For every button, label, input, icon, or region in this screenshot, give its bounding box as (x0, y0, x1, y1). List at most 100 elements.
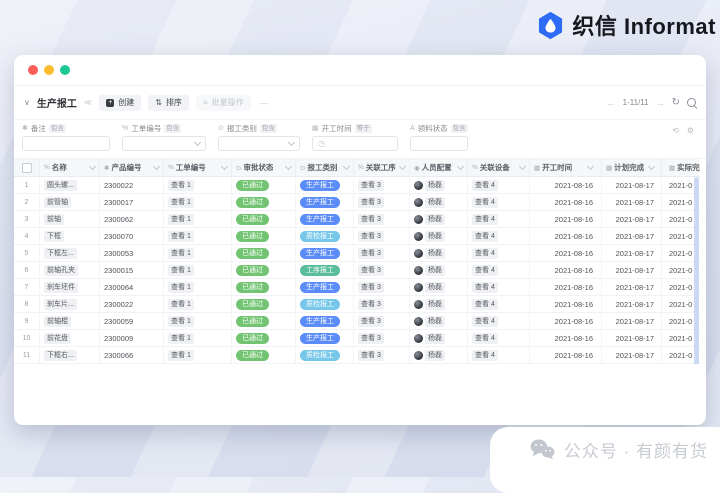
name-chip[interactable]: 刹车坯件 (44, 281, 78, 293)
filter-input[interactable] (122, 136, 206, 151)
person-name-chip[interactable]: 杨磊 (425, 213, 445, 225)
equipment-view-link[interactable]: 查看 4 (472, 179, 498, 191)
equipment-view-link[interactable]: 查看 4 (472, 247, 498, 259)
column-menu-chevron-icon[interactable] (220, 162, 229, 171)
filter-operator-tag[interactable]: 包含 (450, 123, 468, 133)
header-cell[interactable]: % 名称 (40, 159, 100, 176)
filter-settings-icon[interactable]: ⚙ (687, 126, 694, 135)
close-window-icon[interactable] (28, 65, 38, 75)
equipment-view-link[interactable]: 查看 4 (472, 230, 498, 242)
name-chip[interactable]: 前花盘 (44, 332, 71, 344)
equipment-view-link[interactable]: 查看 4 (472, 196, 498, 208)
work-order-view-link[interactable]: 查看 1 (168, 349, 194, 361)
equipment-view-link[interactable]: 查看 4 (472, 349, 498, 361)
header-cell[interactable]: ▦ 开工时间 (530, 159, 602, 176)
header-cell[interactable]: ⊙ 报工类别 (296, 159, 354, 176)
column-menu-chevron-icon[interactable] (342, 162, 351, 171)
person-name-chip[interactable]: 杨磊 (425, 247, 445, 259)
person-name-chip[interactable]: 杨磊 (425, 196, 445, 208)
name-chip[interactable]: 下框 (44, 230, 64, 242)
work-order-view-link[interactable]: 查看 1 (168, 298, 194, 310)
process-view-link[interactable]: 查看 3 (358, 315, 384, 327)
zoom-window-icon[interactable] (60, 65, 70, 75)
equipment-view-link[interactable]: 查看 4 (472, 264, 498, 276)
batch-operations-button[interactable]: ≡ 批量操作 (195, 94, 251, 111)
person-name-chip[interactable]: 杨磊 (425, 281, 445, 293)
process-view-link[interactable]: 查看 3 (358, 281, 384, 293)
work-order-view-link[interactable]: 查看 1 (168, 213, 194, 225)
process-view-link[interactable]: 查看 3 (358, 247, 384, 259)
select-all-checkbox[interactable] (21, 162, 32, 173)
process-view-link[interactable]: 查看 3 (358, 213, 384, 225)
work-order-view-link[interactable]: 查看 1 (168, 196, 194, 208)
column-menu-chevron-icon[interactable] (647, 162, 656, 171)
column-menu-chevron-icon[interactable] (518, 162, 527, 171)
sort-button[interactable]: ⇅ 排序 (148, 94, 189, 111)
equipment-view-link[interactable]: 查看 4 (472, 298, 498, 310)
person-name-chip[interactable]: 杨磊 (425, 298, 445, 310)
header-cell[interactable]: ◉ 人员配置 (410, 159, 468, 176)
create-button[interactable]: + 创建 (99, 94, 142, 111)
filter-operator-tag[interactable]: 包含 (48, 123, 66, 133)
column-menu-chevron-icon[interactable] (284, 162, 293, 171)
filter-input[interactable] (218, 136, 300, 151)
header-cell[interactable]: ✱ 产品编号 (100, 159, 164, 176)
view-collapse-chevron-icon[interactable]: ∨ (24, 98, 30, 107)
name-chip[interactable]: 前管轴 (44, 196, 71, 208)
name-chip[interactable]: 下框右... (44, 349, 77, 361)
process-view-link[interactable]: 查看 3 (358, 349, 384, 361)
name-chip[interactable]: 前轴 (44, 213, 64, 225)
header-cell[interactable]: % 关联设备 (468, 159, 530, 176)
work-order-view-link[interactable]: 查看 1 (168, 247, 194, 259)
refresh-icon[interactable]: ↻ (672, 97, 680, 108)
work-order-view-link[interactable]: 查看 1 (168, 264, 194, 276)
process-view-link[interactable]: 查看 3 (358, 332, 384, 344)
header-cell[interactable]: % 关联工序 (354, 159, 410, 176)
work-order-view-link[interactable]: 查看 1 (168, 332, 194, 344)
filter-input[interactable] (22, 136, 110, 151)
person-name-chip[interactable]: 杨磊 (425, 349, 445, 361)
work-order-view-link[interactable]: 查看 1 (168, 315, 194, 327)
name-chip[interactable]: 下框左... (44, 247, 77, 259)
equipment-view-link[interactable]: 查看 4 (472, 281, 498, 293)
work-order-view-link[interactable]: 查看 1 (168, 281, 194, 293)
name-chip[interactable]: 前轴孔夹 (44, 264, 78, 276)
filter-operator-tag[interactable]: 包含 (259, 123, 277, 133)
equipment-view-link[interactable]: 查看 4 (472, 332, 498, 344)
filter-operator-tag[interactable]: 等于 (354, 123, 372, 133)
person-name-chip[interactable]: 杨磊 (425, 264, 445, 276)
person-name-chip[interactable]: 杨磊 (425, 315, 445, 327)
name-chip[interactable]: 圆头螺... (44, 179, 77, 191)
column-menu-chevron-icon[interactable] (456, 162, 465, 171)
header-cell[interactable]: ▦ 实际完成 (662, 159, 700, 176)
column-menu-chevron-icon[interactable] (88, 162, 97, 171)
work-order-view-link[interactable]: 查看 1 (168, 230, 194, 242)
next-page-icon[interactable]: → (656, 98, 665, 108)
filter-input[interactable] (410, 136, 468, 151)
minimize-window-icon[interactable] (44, 65, 54, 75)
header-cell[interactable]: ⊙ 审批状态 (232, 159, 296, 176)
view-share-icon[interactable]: ≪ (84, 98, 92, 107)
column-menu-chevron-icon[interactable] (398, 162, 407, 171)
column-menu-chevron-icon[interactable] (152, 162, 161, 171)
person-name-chip[interactable]: 杨磊 (425, 332, 445, 344)
prev-page-icon[interactable]: ← (607, 98, 616, 108)
search-icon[interactable] (687, 98, 696, 107)
work-order-view-link[interactable]: 查看 1 (168, 179, 194, 191)
equipment-view-link[interactable]: 查看 4 (472, 213, 498, 225)
more-actions-icon[interactable]: — (260, 98, 269, 108)
process-view-link[interactable]: 查看 3 (358, 196, 384, 208)
person-name-chip[interactable]: 杨磊 (425, 179, 445, 191)
filter-refresh-icon[interactable]: ⟲ (672, 126, 679, 135)
process-view-link[interactable]: 查看 3 (358, 179, 384, 191)
process-view-link[interactable]: 查看 3 (358, 264, 384, 276)
column-menu-chevron-icon[interactable] (586, 162, 595, 171)
process-view-link[interactable]: 查看 3 (358, 230, 384, 242)
header-cell[interactable]: % 工单编号 (164, 159, 232, 176)
filter-operator-tag[interactable]: 包含 (164, 123, 182, 133)
name-chip[interactable]: 刹车片... (44, 298, 77, 310)
process-view-link[interactable]: 查看 3 (358, 298, 384, 310)
name-chip[interactable]: 前轴棍 (44, 315, 71, 327)
filter-input[interactable]: ◷ (312, 136, 398, 151)
header-cell[interactable]: ▦ 计划完成 (602, 159, 662, 176)
